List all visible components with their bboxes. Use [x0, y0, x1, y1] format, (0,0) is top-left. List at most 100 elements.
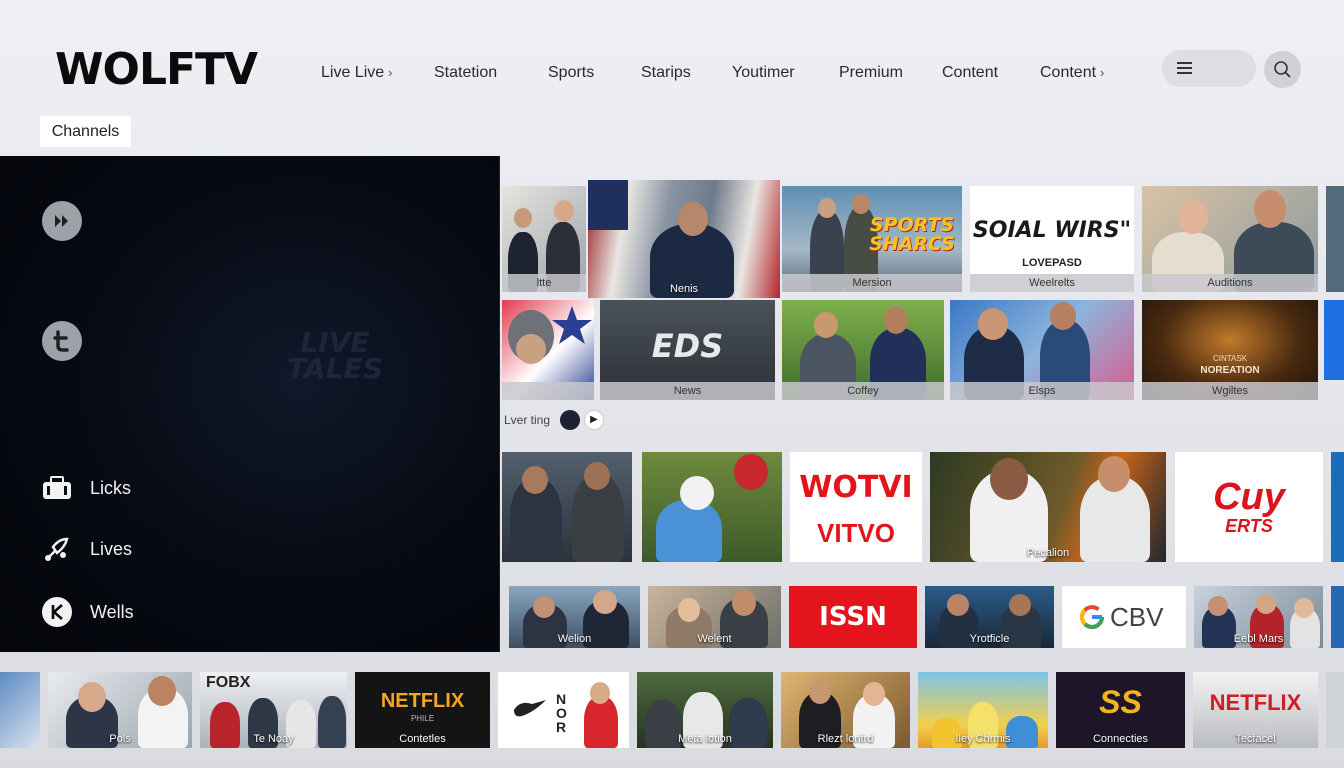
nav-item-sports[interactable]: Sports — [548, 64, 594, 82]
person-head — [1294, 598, 1314, 618]
content-tile[interactable]: NETFLIX PHILE Contetles — [355, 672, 490, 748]
brand-logo: SS — [1099, 684, 1142, 720]
brand-logo: SPORTS SHARCS — [869, 214, 955, 256]
content-tile[interactable]: Pols — [48, 672, 192, 748]
content-tile[interactable]: ISSN — [789, 586, 917, 648]
person-head — [990, 458, 1028, 500]
content-tile[interactable]: Iley Chrmis — [918, 672, 1048, 748]
tile-caption — [502, 544, 632, 562]
nav-item-youtimer[interactable]: Youtimer — [732, 64, 795, 82]
content-tile[interactable]: Rlezt lonfrd — [781, 672, 910, 748]
tile-caption: Connecties — [1092, 733, 1149, 745]
brand-logo: SOIAL WIRS" — [972, 217, 1132, 243]
person-head — [584, 462, 610, 490]
content-tile[interactable]: Nenis — [588, 180, 780, 298]
person-head — [818, 198, 836, 218]
content-tile[interactable]: SPORTS SHARCS Mersion — [782, 186, 962, 292]
search-button[interactable] — [1264, 51, 1301, 88]
content-tile[interactable]: CBV — [1062, 586, 1186, 648]
brand-logo: NOREATION — [1200, 365, 1260, 376]
content-tile[interactable]: Elsps — [950, 300, 1134, 400]
content-tile[interactable]: Coffey — [782, 300, 944, 400]
content-tile[interactable]: EDS News — [600, 300, 775, 400]
k-circle-icon — [42, 597, 72, 627]
brand-subtitle: PHILE — [410, 714, 435, 723]
person-head — [533, 596, 555, 618]
content-tile[interactable] — [502, 300, 594, 400]
channel-badge-icon[interactable] — [560, 410, 581, 430]
content-tile[interactable] — [0, 672, 40, 748]
nav-label: Starips — [641, 64, 691, 81]
brand-subtitle: LOVEPASD — [1022, 257, 1082, 269]
tile-caption: Te Noay — [253, 733, 294, 745]
brand-logo: FOBX — [206, 674, 251, 691]
brand-logo: Cuy — [1213, 476, 1285, 518]
person-head — [1178, 200, 1208, 234]
content-tile[interactable]: Cuy ERTS — [1175, 452, 1323, 562]
nav-item-statetion[interactable]: Statetion — [434, 64, 497, 82]
channels-label[interactable]: Channels — [40, 116, 131, 147]
tile-caption: Tecfacel — [1235, 733, 1276, 745]
content-tile[interactable]: Pecalion — [930, 452, 1166, 562]
content-tile-partial[interactable] — [1331, 586, 1344, 648]
nav-item-content-more[interactable]: Content › — [1040, 64, 1104, 82]
content-tile[interactable] — [502, 452, 632, 562]
content-tile[interactable]: Eebl Mars — [1194, 586, 1323, 648]
person-head — [1009, 594, 1031, 616]
play-icon[interactable]: ▶ — [584, 410, 605, 430]
person-head — [863, 682, 885, 706]
panel-item-licks[interactable]: Licks — [42, 473, 131, 503]
nav-item-starips[interactable]: Starips — [641, 64, 691, 82]
helmet-shape — [734, 454, 768, 490]
google-g-icon — [1079, 605, 1105, 630]
tile-caption: Coffey — [782, 382, 944, 400]
content-tile[interactable]: Yrotficle — [925, 586, 1054, 648]
panel-item-label: Licks — [90, 477, 132, 498]
flag-canton — [588, 180, 628, 230]
content-tile[interactable]: CINTASK NOREATION Wgiltes — [1142, 300, 1318, 400]
hamburger-icon — [1177, 62, 1192, 74]
channel-preview-panel[interactable]: LIVE TALES Licks Lives Wells — [0, 156, 500, 652]
nav-label: Statetion — [434, 64, 498, 81]
brand-subtitle: VITVO — [816, 518, 895, 548]
panel-item-wells[interactable]: Wells — [42, 597, 134, 627]
brand-logo: NETFLIX — [380, 690, 465, 712]
person-head — [1208, 596, 1228, 616]
brand-logo: ISSN — [819, 602, 887, 632]
panel-item-lives[interactable]: Lives — [42, 534, 132, 564]
nav-item-live-live[interactable]: Live Live › — [321, 64, 393, 82]
content-tile-partial[interactable] — [1326, 672, 1344, 748]
content-tile[interactable]: Meta lotion — [637, 672, 773, 748]
nav-label: Content — [942, 64, 999, 81]
content-tile[interactable]: Welent — [648, 586, 781, 648]
content-tile[interactable]: Welion — [509, 586, 640, 648]
content-tile[interactable]: NETFLIX Tecfacel — [1193, 672, 1318, 748]
content-tile[interactable]: NOR — [498, 672, 629, 748]
content-tile-partial[interactable] — [1331, 452, 1344, 562]
fast-forward-icon[interactable] — [42, 201, 82, 241]
content-tile-partial[interactable] — [1324, 300, 1344, 380]
menu-button[interactable] — [1162, 50, 1256, 87]
tile-caption — [0, 730, 40, 748]
content-tile[interactable]: WOTVI VITVO — [790, 452, 922, 562]
content-tile-partial[interactable] — [1326, 186, 1344, 292]
content-tile[interactable]: SS Connecties — [1056, 672, 1185, 748]
nav-item-content[interactable]: Content — [942, 64, 998, 82]
t-circle-icon[interactable] — [42, 321, 82, 361]
content-tile[interactable]: ltte — [502, 186, 586, 292]
app-logo[interactable]: WOLFTV — [55, 44, 258, 95]
nav-label: Sports — [548, 64, 595, 81]
nav-item-premium[interactable]: Premium — [839, 64, 903, 82]
content-tile[interactable]: FOBX Te Noay — [200, 672, 347, 748]
tile-caption: Eebl Mars — [1233, 633, 1284, 645]
tile-caption: Rlezt lonfrd — [817, 733, 874, 745]
tile-caption: Welion — [557, 633, 592, 645]
panel-item-label: Wells — [90, 601, 134, 622]
content-tile[interactable]: SOIAL WIRS" LOVEPASD Weelrelts — [970, 186, 1134, 292]
content-tile[interactable] — [642, 452, 782, 562]
content-tile[interactable]: Auditions — [1142, 186, 1318, 292]
brand-subtitle: ERTS — [1225, 516, 1273, 536]
person-head — [516, 334, 546, 364]
person-head — [732, 590, 756, 616]
camera-bag-icon — [42, 474, 72, 502]
